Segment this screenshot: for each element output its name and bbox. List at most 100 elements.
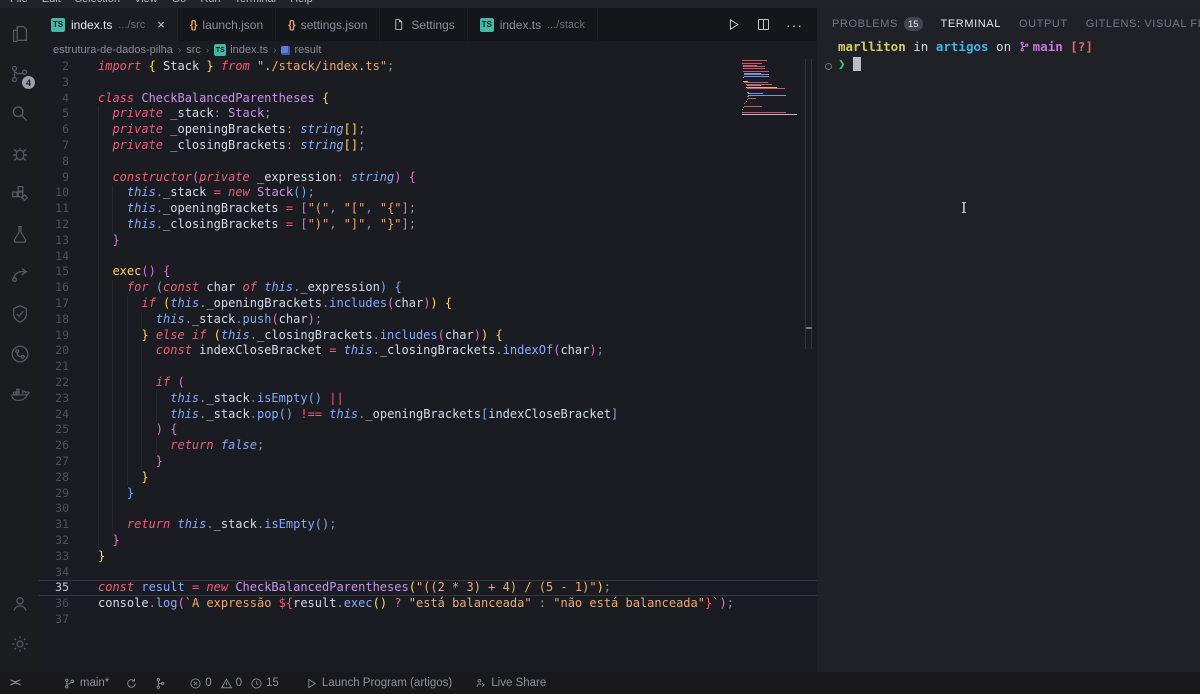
editor-scrollbar[interactable] [805, 59, 812, 349]
tab-output[interactable]: OUTPUT [1019, 18, 1068, 30]
remote-indicator[interactable]: >< [10, 677, 19, 689]
code-line-10[interactable]: 10 this._stack = new Stack(); [39, 185, 817, 201]
menu-run[interactable]: Run [200, 0, 220, 5]
code-line-31[interactable]: 31 return this._stack.isEmpty(); [39, 517, 817, 533]
menu-terminal[interactable]: Terminal [235, 0, 277, 5]
code-line-16[interactable]: 16 for (const char of this._expression) … [39, 280, 817, 296]
tab-settings-json[interactable]: {} settings.json [276, 8, 380, 41]
indent-guide [141, 359, 142, 375]
tab-settings[interactable]: Settings [380, 8, 467, 41]
code-line-3[interactable]: 3 [39, 75, 817, 91]
code-line-5[interactable]: 5 private _stack: Stack; [39, 106, 817, 122]
indent-guide [127, 470, 128, 486]
minimap[interactable] [742, 60, 801, 117]
indent-guide [98, 201, 99, 217]
code-line-36[interactable]: 36console.log(`A expressão ${result.exec… [39, 596, 817, 612]
indent-guide [127, 454, 128, 470]
indent-guide [112, 359, 113, 375]
code-line-9[interactable]: 9 constructor(private _expression: strin… [39, 170, 817, 186]
launch-program-button[interactable]: Launch Program (artigos) [305, 677, 452, 690]
code-line-30[interactable]: 30 [39, 501, 817, 517]
menu-view[interactable]: View [134, 0, 158, 5]
terminal-cursor [853, 57, 861, 71]
code-line-20[interactable]: 20 const indexCloseBracket = this._closi… [39, 343, 817, 359]
gitlens-status-button[interactable] [154, 677, 167, 690]
search-icon[interactable] [0, 94, 39, 134]
code-editor[interactable]: 2import { Stack } from "./stack/index.ts… [39, 59, 817, 672]
problems-status[interactable]: 0 0 15 [189, 677, 279, 690]
run-file-icon[interactable] [726, 17, 741, 32]
code-line-33[interactable]: 33} [39, 549, 817, 565]
live-share-icon[interactable] [0, 254, 39, 294]
breadcrumb-file[interactable]: TSindex.ts [214, 44, 268, 56]
indent-guide [156, 407, 157, 423]
run-debug-icon[interactable] [0, 134, 39, 174]
source-control-icon[interactable]: 4 [0, 54, 39, 94]
tab-problems[interactable]: PROBLEMS 15 [832, 17, 923, 31]
menu-go[interactable]: Go [172, 0, 187, 5]
code-line-22[interactable]: 22 if ( [39, 375, 817, 391]
code-line-29[interactable]: 29 } [39, 486, 817, 502]
code-line-27[interactable]: 27 } [39, 454, 817, 470]
tab-launch-json[interactable]: {} launch.json [178, 8, 276, 41]
code-line-4[interactable]: 4class CheckBalancedParentheses { [39, 91, 817, 107]
line-number: 17 [39, 296, 69, 312]
code-line-14[interactable]: 14 [39, 249, 817, 265]
code-line-7[interactable]: 7 private _closingBrackets: string[]; [39, 138, 817, 154]
code-line-32[interactable]: 32 } [39, 533, 817, 549]
indent-guide [127, 359, 128, 375]
menu-file[interactable]: File [10, 0, 28, 5]
code-line-21[interactable]: 21 [39, 359, 817, 375]
code-line-2[interactable]: 2import { Stack } from "./stack/index.ts… [39, 59, 817, 75]
gitlens-icon[interactable] [0, 294, 39, 334]
accounts-icon[interactable] [0, 584, 39, 624]
menu-help[interactable]: Help [290, 0, 313, 5]
tab-index-ts-src[interactable]: TS index.ts .../src × [39, 8, 178, 41]
breadcrumb-src[interactable]: src [186, 44, 201, 56]
code-line-8[interactable]: 8 [39, 154, 817, 170]
code-line-35[interactable]: 35const result = new CheckBalancedParent… [39, 580, 817, 596]
code-line-37[interactable]: 37 [39, 612, 817, 628]
git-graph-icon[interactable] [0, 334, 39, 374]
docker-icon[interactable] [0, 374, 39, 414]
code-line-28[interactable]: 28 } [39, 470, 817, 486]
split-editor-icon[interactable] [756, 17, 771, 32]
sync-button[interactable] [125, 677, 138, 690]
warnings-icon [220, 677, 233, 690]
code-line-34[interactable]: 34 [39, 565, 817, 581]
menu-selection[interactable]: Selection [75, 0, 120, 5]
code-line-13[interactable]: 13 } [39, 233, 817, 249]
extensions-icon[interactable] [0, 174, 39, 214]
code-line-15[interactable]: 15 exec() { [39, 264, 817, 280]
code-line-11[interactable]: 11 this._openingBrackets = ["(", "[", "{… [39, 201, 817, 217]
code-line-24[interactable]: 24 this._stack.pop() !== this._openingBr… [39, 407, 817, 423]
tab-gitlens-history[interactable]: GITLENS: VISUAL FILE HISTORY [1086, 18, 1200, 30]
command-decoration-icon[interactable] [825, 63, 832, 70]
terminal[interactable]: marlliton in artigos on main [?] ❯ I [817, 35, 1200, 672]
testing-icon[interactable] [0, 214, 39, 254]
branch-indicator[interactable]: main* [63, 677, 109, 690]
explorer-icon[interactable] [0, 14, 39, 54]
code-line-23[interactable]: 23 this._stack.isEmpty() || [39, 391, 817, 407]
code-line-6[interactable]: 6 private _openingBrackets: string[]; [39, 122, 817, 138]
code-line-19[interactable]: 19 } else if (this._closingBrackets.incl… [39, 328, 817, 344]
close-icon[interactable]: × [157, 17, 165, 32]
indent-guide [98, 185, 99, 201]
code-line-17[interactable]: 17 if (this._openingBrackets.includes(ch… [39, 296, 817, 312]
code-line-26[interactable]: 26 return false; [39, 438, 817, 454]
code-line-18[interactable]: 18 this._stack.push(char); [39, 312, 817, 328]
code-line-25[interactable]: 25 ) { [39, 422, 817, 438]
indent-guide [98, 312, 99, 328]
menu-edit[interactable]: Edit [42, 0, 61, 5]
tab-terminal[interactable]: TERMINAL [941, 18, 1001, 30]
indent-guide [98, 170, 99, 186]
git-branch-icon [1019, 39, 1033, 54]
settings-gear-icon[interactable] [0, 624, 39, 664]
breadcrumb-symbol[interactable]: result [281, 44, 321, 56]
tab-index-ts-stack[interactable]: TS index.ts .../stack [468, 8, 598, 41]
more-actions-icon[interactable]: ··· [786, 17, 803, 33]
live-share-button[interactable]: Live Share [474, 677, 546, 690]
breadcrumb-folder[interactable]: estrutura-de-dados-pilha [53, 44, 173, 56]
indent-guide [112, 501, 113, 517]
code-line-12[interactable]: 12 this._closingBrackets = [")", "]", "}… [39, 217, 817, 233]
